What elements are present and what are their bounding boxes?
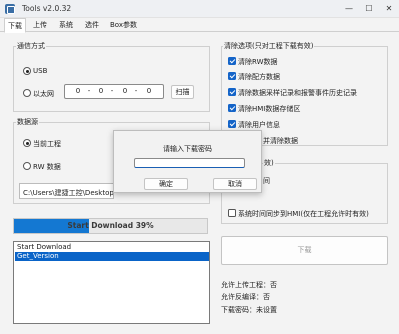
tab-options[interactable]: 选件 xyxy=(82,18,102,32)
time-sync-checkbox[interactable] xyxy=(228,209,236,217)
clear-user-info-label: 清除用户信息 xyxy=(238,121,280,129)
clear-hmi-storage-checkbox[interactable] xyxy=(228,104,236,112)
close-button[interactable]: ✕ xyxy=(379,2,399,16)
ip-address-field[interactable]: 0 - 0 - 0 - 0 xyxy=(64,84,164,99)
ip-octet-3: 0 xyxy=(122,87,128,95)
clear-rw-checkbox[interactable] xyxy=(228,57,236,65)
ethernet-label: 以太网 xyxy=(33,90,54,98)
data-source-title: 数据源 xyxy=(16,117,39,127)
title-bar: Tools v2.0.32 — ☐ ✕ xyxy=(0,0,399,18)
ethernet-radio[interactable] xyxy=(23,89,31,97)
log-line-selected[interactable]: Get_Version xyxy=(15,252,209,261)
ip-dot: - xyxy=(110,87,114,95)
ok-button[interactable]: 确定 xyxy=(144,178,188,190)
download-button[interactable]: 下载 xyxy=(221,236,388,265)
window-title: Tools v2.0.32 xyxy=(22,4,72,13)
log-list[interactable]: Start Download Get_Version xyxy=(13,241,210,324)
usb-radio[interactable] xyxy=(23,67,31,75)
download-progress-bar: Start Download 39% xyxy=(13,218,208,234)
path-field[interactable]: C:\Users\建捷工控\Desktop\20 xyxy=(19,183,114,199)
tab-system[interactable]: 系统 xyxy=(56,18,76,32)
tab-box-params[interactable]: Box参数 xyxy=(107,18,140,32)
clear-user-info-checkbox[interactable] xyxy=(228,120,236,128)
allow-upload-info: 允许上传工程：否 xyxy=(221,281,277,289)
clear-history-checkbox[interactable] xyxy=(228,88,236,96)
ip-dot: - xyxy=(134,87,138,95)
dialog-prompt: 请输入下载密码 xyxy=(163,145,212,153)
rw-data-radio[interactable] xyxy=(23,162,31,170)
sync-group-title: 效) xyxy=(263,158,275,168)
minimize-button[interactable]: — xyxy=(339,2,359,16)
time-sync-label: 系统时间同步到HMI(仅在工程允许时有效) xyxy=(238,210,369,218)
clear-options-title: 清除选项(只对工程下载有效) xyxy=(223,41,315,51)
tab-strip: 下载 上传 系统 选件 Box参数 xyxy=(0,18,399,33)
ip-dot: - xyxy=(87,87,91,95)
rw-data-label: RW 数据 xyxy=(33,163,61,171)
tab-upload[interactable]: 上传 xyxy=(30,18,50,32)
clear-recipe-checkbox[interactable] xyxy=(228,72,236,80)
password-input[interactable] xyxy=(134,158,245,168)
clear-rw-label: 清除RW数据 xyxy=(238,58,278,66)
password-dialog: 请输入下载密码 确定 取消 xyxy=(113,130,262,193)
sync-partial-label: 间 xyxy=(263,177,270,185)
current-project-label: 当前工程 xyxy=(33,140,61,148)
comm-group xyxy=(13,46,210,112)
app-icon xyxy=(5,4,15,14)
log-line[interactable]: Start Download xyxy=(15,243,209,252)
allow-decompile-info: 允许反编译：否 xyxy=(221,293,270,301)
clear-recipe-label: 清除配方数据 xyxy=(238,73,280,81)
scan-button[interactable]: 扫描 xyxy=(171,85,194,99)
current-project-radio[interactable] xyxy=(23,139,31,147)
ip-octet-1: 0 xyxy=(75,87,81,95)
comm-group-title: 通信方式 xyxy=(16,41,46,51)
progress-text: Start Download 39% xyxy=(67,221,154,230)
tab-download[interactable]: 下载 xyxy=(4,18,26,33)
ip-octet-2: 0 xyxy=(98,87,104,95)
ip-octet-4: 0 xyxy=(146,87,152,95)
download-password-info: 下载密码：未设置 xyxy=(221,306,277,314)
clear-hmi-storage-label: 清除HMI数据存储区 xyxy=(238,105,301,113)
clear-history-label: 清除数据采样记录和报警事件历史记录 xyxy=(238,89,357,97)
maximize-button[interactable]: ☐ xyxy=(359,2,379,16)
cancel-button[interactable]: 取消 xyxy=(213,178,257,190)
partial-clear-label: 并清除数据 xyxy=(263,137,298,145)
usb-label: USB xyxy=(33,67,48,75)
